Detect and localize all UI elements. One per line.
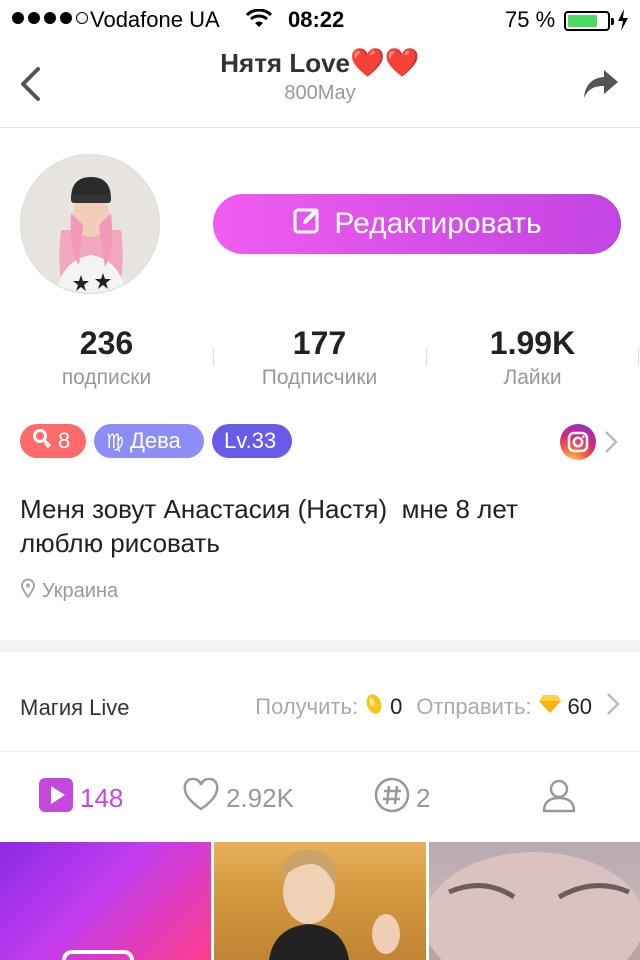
edit-profile-button[interactable]: Редактировать [213, 194, 621, 254]
send-value: 60 [567, 694, 592, 719]
location-pin-icon [20, 578, 36, 604]
following-count: 236 [79, 325, 134, 361]
section-divider [0, 640, 640, 652]
carrier-name: Vodafone UA [90, 7, 220, 32]
send-label: Отправить: [416, 694, 532, 719]
likes-tab-count: 2.92K [226, 782, 294, 813]
level-badge[interactable]: Lv.33 [212, 424, 292, 458]
likes-count: 1.99K [489, 325, 576, 361]
content-tabs: 148 2.92K 2 [0, 752, 640, 842]
badge-row: 8 ♍ Дева Lv.33 [20, 424, 292, 458]
chevron-right-icon[interactable] [604, 430, 618, 459]
receive-value: 0 [390, 694, 403, 719]
girl-photo [269, 849, 400, 960]
face-closeup-photo [429, 852, 640, 960]
person-icon [541, 777, 577, 820]
coin-icon [364, 692, 384, 722]
stat-followers[interactable]: 177 Подписчики [213, 326, 426, 390]
tab-profile[interactable] [541, 779, 577, 816]
tab-videos[interactable]: 148 [38, 777, 124, 816]
followers-count: 177 [292, 325, 347, 361]
divider [638, 348, 639, 366]
videos-count: 148 [80, 782, 124, 813]
stat-following[interactable]: 236 подписки [0, 326, 213, 390]
video-thumbnail[interactable] [0, 842, 211, 960]
location: Украина [20, 578, 118, 604]
wifi-icon [245, 8, 273, 35]
user-id: 800May [284, 82, 356, 104]
magic-live-row[interactable]: Магия Live Получить: 0 Отправить: 60 [0, 652, 640, 752]
bio-line: люблю рисовать [20, 528, 220, 558]
zodiac-badge[interactable]: ♍ Дева [94, 424, 204, 458]
chevron-right-icon [606, 692, 620, 722]
location-label: Украина [42, 579, 119, 602]
hearts-emoji: ❤️❤️ [350, 47, 420, 78]
receive-label: Получить: [255, 694, 359, 719]
page-title: Нятя Love❤️❤️ [0, 46, 640, 79]
bio-text: Меня зовут Анастасия (Настя) мне 8 лет л… [20, 492, 620, 560]
clock: 08:22 [288, 7, 345, 32]
stats-row: 236 подписки 177 Подписчики 1.99K Лайки [0, 326, 640, 396]
zodiac-label: Дева [129, 428, 181, 453]
heart-icon [182, 777, 220, 819]
fans-badge[interactable]: 8 [20, 424, 86, 458]
followers-label: Подписчики [261, 366, 378, 389]
share-icon[interactable] [582, 68, 620, 105]
play-frame-icon [62, 950, 134, 960]
likes-label: Лайки [503, 366, 562, 389]
video-thumbnail[interactable] [214, 842, 426, 960]
hashtag-icon [374, 777, 410, 820]
fan-key-icon [32, 428, 52, 454]
status-bar: Vodafone UA 08:22 75 % [0, 0, 640, 40]
bio-line: Меня зовут Анастасия (Настя) мне 8 лет [20, 494, 518, 524]
nav-bar: Нятя Love❤️❤️ 800May [0, 40, 640, 128]
virgo-icon: ♍ [106, 430, 124, 453]
battery-icon [564, 11, 614, 31]
level-label: Lv.33 [224, 428, 277, 453]
video-icon [38, 777, 74, 820]
diamond-icon [538, 694, 562, 720]
avatar[interactable] [20, 154, 160, 294]
signal-strength-icon [12, 12, 88, 24]
charging-icon [617, 9, 629, 37]
magic-live-title: Магия Live [20, 695, 130, 720]
following-label: подписки [61, 366, 152, 389]
instagram-icon[interactable] [560, 424, 596, 460]
battery-percent: 75 % [505, 7, 556, 32]
magic-live-balances: Получить: 0 Отправить: 60 [255, 692, 620, 722]
hashtags-count: 2 [416, 782, 431, 813]
stat-likes[interactable]: 1.99K Лайки [426, 326, 639, 390]
edit-profile-label: Редактировать [334, 207, 542, 240]
fans-badge-count: 8 [58, 428, 71, 453]
edit-icon [292, 205, 322, 243]
username: Нятя Love [220, 48, 351, 78]
tab-hashtags[interactable]: 2 [374, 777, 431, 816]
video-thumbnail[interactable] [429, 842, 640, 960]
tab-likes[interactable]: 2.92K [182, 777, 294, 819]
video-grid [0, 842, 640, 960]
